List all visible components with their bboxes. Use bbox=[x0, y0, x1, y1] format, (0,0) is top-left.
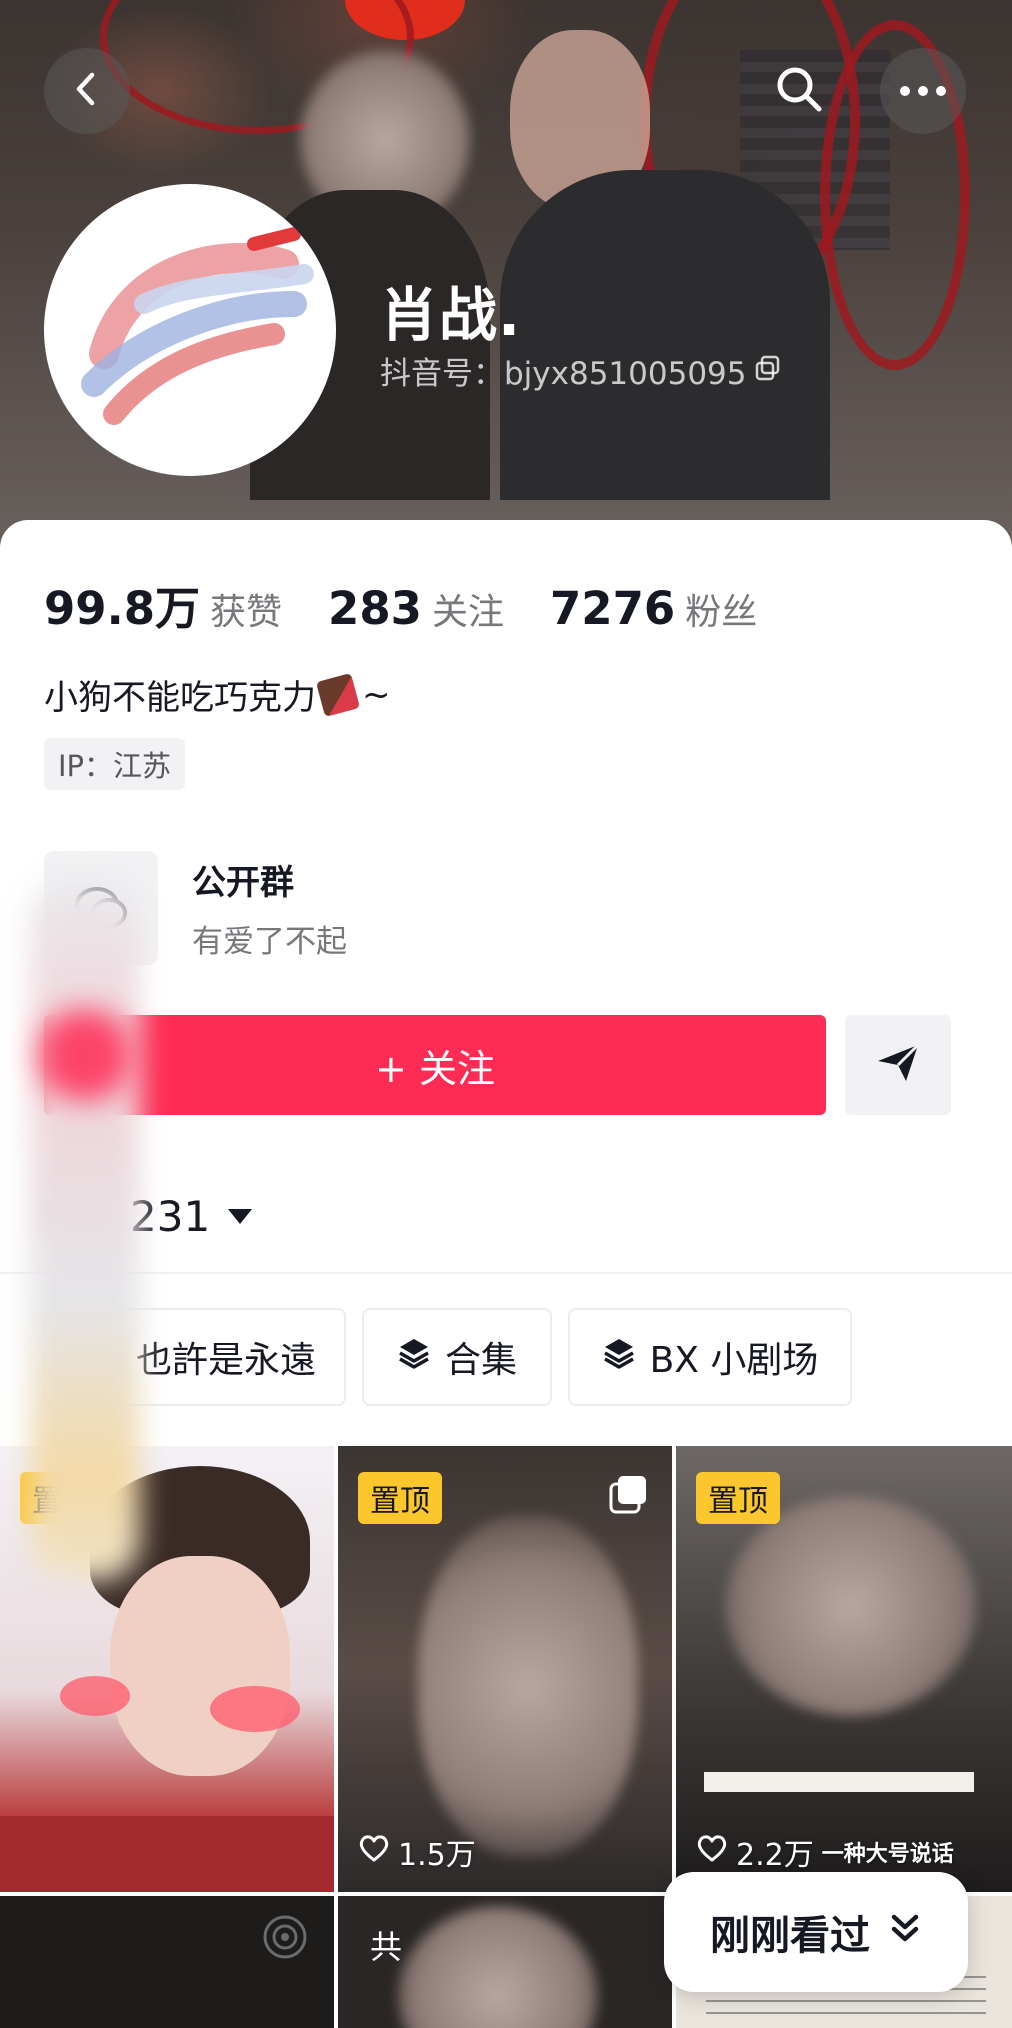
stats-row: 99.8万 获赞 283 关注 7276 粉丝 bbox=[44, 572, 803, 637]
video-thumbnail[interactable]: 共 bbox=[338, 1896, 672, 2028]
video-thumbnail[interactable] bbox=[0, 1896, 334, 2028]
public-group-card[interactable]: 公开群 有爱了不起 bbox=[44, 848, 944, 968]
likes-count: 1.5万 bbox=[358, 1830, 476, 1874]
blurred-face bbox=[398, 1906, 598, 2028]
stat-label: 获赞 bbox=[210, 592, 283, 633]
chevron-left-icon bbox=[67, 69, 107, 113]
chocolate-icon bbox=[315, 672, 361, 717]
heart-icon bbox=[358, 1833, 390, 1871]
chip-label: BX 小剧场 bbox=[649, 1340, 819, 1381]
cover-person-body bbox=[500, 170, 830, 500]
stat-following[interactable]: 283 关注 bbox=[328, 582, 504, 635]
stat-value: 7276 bbox=[550, 582, 676, 635]
layers-icon bbox=[602, 1336, 636, 1379]
ip-location-tag: IP：江苏 bbox=[44, 738, 186, 790]
works-count: 231 bbox=[130, 1192, 211, 1241]
group-subtitle: 有爱了不起 bbox=[192, 924, 347, 960]
chip-label: 也許是永遠 bbox=[135, 1340, 316, 1381]
stat-label: 关注 bbox=[431, 592, 504, 633]
send-icon bbox=[876, 1043, 920, 1087]
share-button[interactable] bbox=[845, 1015, 951, 1115]
video-thumbnail[interactable]: 置顶 1.5万 bbox=[338, 1446, 672, 1892]
blurred-face bbox=[726, 1496, 976, 1716]
stat-label: 粉丝 bbox=[685, 592, 758, 633]
douyin-id[interactable]: 抖音号：bjyx851005095 bbox=[380, 348, 781, 393]
copy-icon[interactable] bbox=[755, 353, 781, 389]
douyin-id-text: 抖音号：bjyx851005095 bbox=[380, 356, 747, 392]
group-title: 公开群 bbox=[192, 863, 294, 903]
divider bbox=[0, 1272, 1012, 1274]
chip-label: 合集 bbox=[444, 1340, 517, 1381]
bio-text: 小狗不能吃巧克力 bbox=[44, 678, 316, 718]
likes-count: 2.2万 一种大号说话 bbox=[696, 1830, 954, 1874]
stat-value: 99.8万 bbox=[44, 582, 201, 635]
privacy-blur bbox=[30, 880, 140, 1580]
chip-collection[interactable]: 合集 bbox=[362, 1308, 552, 1406]
blush-mark bbox=[60, 1676, 130, 1716]
likes-value: 1.5万 bbox=[398, 1838, 476, 1873]
blurred-face bbox=[418, 1516, 638, 1856]
thumb-shirt bbox=[0, 1816, 334, 1892]
stat-likes[interactable]: 99.8万 获赞 bbox=[44, 572, 282, 637]
multi-image-icon bbox=[608, 1474, 650, 1520]
caret-down-icon bbox=[228, 1209, 253, 1224]
bio: 小狗不能吃巧克力 ~ bbox=[44, 670, 391, 719]
more-button[interactable] bbox=[880, 48, 966, 134]
follow-button[interactable]: + 关注 bbox=[44, 1015, 826, 1115]
caption-textbox bbox=[704, 1772, 974, 1792]
double-chevron-down-icon bbox=[888, 1909, 922, 1955]
recently-viewed-label: 刚刚看过 bbox=[710, 1913, 870, 1959]
profile-sheet: 99.8万 获赞 283 关注 7276 粉丝 小狗不能吃巧克力 ~ IP：江苏… bbox=[0, 520, 1012, 1450]
overlay-text: 一种大号说话 bbox=[821, 1842, 954, 1867]
pinned-badge: 置顶 bbox=[358, 1472, 442, 1524]
live-ring-icon bbox=[260, 1912, 310, 1966]
layers-icon bbox=[397, 1336, 431, 1379]
heart-icon bbox=[696, 1833, 728, 1871]
blush-mark bbox=[210, 1686, 300, 1732]
search-button[interactable] bbox=[756, 48, 842, 134]
privacy-blur bbox=[40, 1010, 130, 1100]
avatar[interactable] bbox=[44, 184, 336, 476]
thumb-text: 共 bbox=[370, 1928, 403, 1966]
search-icon bbox=[773, 63, 825, 119]
chip-bx-theater[interactable]: BX 小剧场 bbox=[568, 1308, 852, 1406]
profile-name: 肖战. bbox=[380, 281, 522, 349]
thumb-face bbox=[110, 1556, 290, 1776]
bio-suffix: ~ bbox=[362, 674, 391, 715]
likes-value: 2.2万 bbox=[736, 1838, 814, 1873]
stat-followers[interactable]: 7276 粉丝 bbox=[550, 582, 757, 635]
recently-viewed-button[interactable]: 刚刚看过 bbox=[664, 1872, 968, 1992]
more-dots-icon bbox=[899, 82, 947, 101]
video-thumbnail[interactable]: 置顶 2.2万 一种大号说话 bbox=[676, 1446, 1012, 1892]
pinned-badge: 置顶 bbox=[696, 1472, 780, 1524]
stat-value: 283 bbox=[328, 582, 422, 635]
back-button[interactable] bbox=[44, 48, 130, 134]
